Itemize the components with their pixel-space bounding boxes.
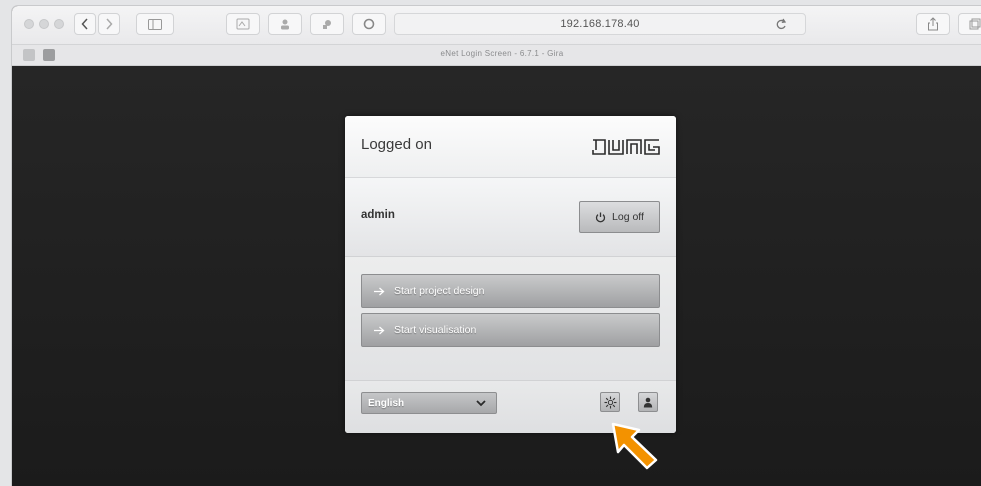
share-button[interactable] <box>916 13 950 35</box>
username-label: admin <box>361 209 395 221</box>
address-bar[interactable]: 192.168.178.40 <box>394 13 806 35</box>
circle-icon <box>363 18 375 30</box>
chevron-right-icon <box>106 18 113 30</box>
puzzle-icon <box>323 20 331 29</box>
address-text: 192.168.178.40 <box>560 18 640 30</box>
page-content: Logged on admin Log off Start project de… <box>12 66 981 486</box>
pointer-arrow-icon <box>611 422 658 470</box>
arrow-right-icon <box>374 326 385 334</box>
browser-window: 192.168.178.40 eNet Login Screen - 6.7.1… <box>12 6 981 486</box>
browser-toolbar: 192.168.178.40 <box>12 6 981 44</box>
language-select[interactable]: English <box>361 392 497 414</box>
start-project-design-button[interactable]: Start project design <box>361 274 660 308</box>
share-icon <box>928 17 938 31</box>
chevron-left-icon <box>81 18 88 30</box>
action-label: Start project design <box>394 285 485 297</box>
forward-button[interactable] <box>98 13 120 35</box>
chevron-down-icon <box>476 400 486 407</box>
actions-section: Start project design Start visualisation <box>345 257 676 381</box>
extension-button-1[interactable] <box>226 13 260 35</box>
close-window-button[interactable] <box>24 19 34 29</box>
action-label: Start visualisation <box>394 324 477 336</box>
start-visualisation-button[interactable]: Start visualisation <box>361 313 660 347</box>
tab-title[interactable]: eNet Login Screen - 6.7.1 - Gira <box>12 49 981 58</box>
tabs-icon <box>969 18 981 30</box>
reader-icon <box>236 18 250 30</box>
power-icon <box>595 212 606 222</box>
tabs-overview-button[interactable] <box>958 13 981 35</box>
user-section: admin Log off <box>345 178 676 257</box>
extension-button-2[interactable] <box>268 13 302 35</box>
settings-gear-icon <box>604 396 616 408</box>
sidebar-button[interactable] <box>136 13 174 35</box>
login-panel: Logged on admin Log off Start project de… <box>345 116 676 433</box>
logoff-label: Log off <box>612 211 644 223</box>
minimize-window-button[interactable] <box>39 19 49 29</box>
sidebar-icon <box>148 18 162 30</box>
back-button[interactable] <box>74 13 96 35</box>
extension-button-4[interactable] <box>352 13 386 35</box>
extension-button-3[interactable] <box>310 13 344 35</box>
panel-header: Logged on <box>345 116 676 178</box>
zoom-window-button[interactable] <box>54 19 64 29</box>
user-profile-button[interactable] <box>638 392 658 412</box>
language-value: English <box>368 397 405 409</box>
logoff-button[interactable]: Log off <box>579 201 660 233</box>
user-icon <box>643 397 653 407</box>
person-icon <box>281 19 289 30</box>
reload-icon[interactable] <box>775 17 787 31</box>
page-title: Logged on <box>361 136 432 153</box>
settings-button[interactable] <box>600 392 620 412</box>
arrow-right-icon <box>374 287 385 295</box>
jung-logo <box>592 139 660 155</box>
tab-bar: eNet Login Screen - 6.7.1 - Gira <box>12 44 981 66</box>
